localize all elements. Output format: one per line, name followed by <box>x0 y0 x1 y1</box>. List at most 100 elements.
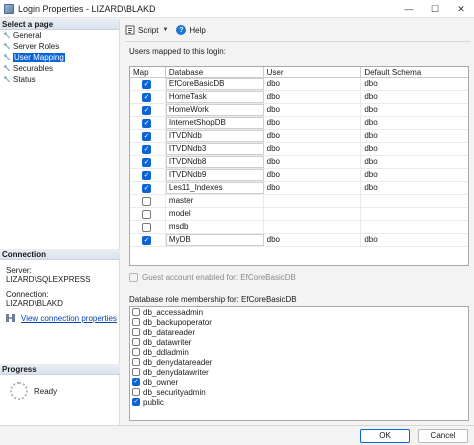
map-checkbox[interactable] <box>142 196 151 206</box>
table-row[interactable]: ✓ HomeWork dbo dbo <box>130 104 468 117</box>
table-row[interactable]: ✓ ITVDNdb3 dbo dbo <box>130 143 468 156</box>
map-checkbox[interactable] <box>142 209 151 219</box>
right-panel: Script ▼ ? Help Users mapped to this log… <box>121 19 474 425</box>
role-checkbox[interactable]: ✓ <box>132 398 140 406</box>
connection-value: LIZARD\BLAKD <box>6 299 63 308</box>
default-schema-cell[interactable]: dbo <box>361 169 468 181</box>
role-checkbox[interactable]: ✓ <box>132 378 140 386</box>
table-row[interactable]: ✓ MyDB dbo dbo <box>130 234 468 247</box>
role-label: db_accessadmin <box>143 307 204 317</box>
role-item[interactable]: db_datawriter <box>130 337 468 347</box>
user-cell[interactable]: dbo <box>264 234 362 246</box>
map-checkbox[interactable]: ✓ <box>142 79 151 89</box>
role-item[interactable]: db_ddladmin <box>130 347 468 357</box>
role-item[interactable]: db_denydatawriter <box>130 367 468 377</box>
user-cell[interactable]: dbo <box>264 182 362 194</box>
role-item[interactable]: db_datareader <box>130 327 468 337</box>
cancel-button[interactable]: Cancel <box>418 429 468 443</box>
column-header-user[interactable]: User <box>264 67 362 77</box>
close-button[interactable]: ✕ <box>448 0 474 18</box>
role-item[interactable]: db_accessadmin <box>130 307 468 317</box>
role-checkbox[interactable] <box>132 368 140 376</box>
default-schema-cell[interactable]: dbo <box>361 91 468 103</box>
table-row[interactable]: ✓ ITVDNdb dbo dbo <box>130 130 468 143</box>
default-schema-cell[interactable]: dbo <box>361 130 468 142</box>
role-membership-label: Database role membership for: EfCoreBasi… <box>129 295 297 304</box>
table-row[interactable]: ✓ Les11_Indexes dbo dbo <box>130 182 468 195</box>
table-row[interactable]: ✓ HomeTask dbo dbo <box>130 91 468 104</box>
table-row[interactable]: master <box>130 195 468 208</box>
role-checkbox[interactable] <box>132 358 140 366</box>
role-checkbox[interactable] <box>132 328 140 336</box>
script-dropdown-icon[interactable]: ▼ <box>162 27 168 33</box>
map-checkbox[interactable] <box>142 222 151 232</box>
map-checkbox[interactable]: ✓ <box>142 105 151 115</box>
map-checkbox[interactable]: ✓ <box>142 131 151 141</box>
map-checkbox[interactable]: ✓ <box>142 183 151 193</box>
page-item-user-mapping[interactable]: 🔧 User Mapping <box>0 52 119 63</box>
default-schema-cell[interactable] <box>361 221 468 233</box>
user-cell[interactable]: dbo <box>264 143 362 155</box>
default-schema-cell[interactable]: dbo <box>361 234 468 246</box>
table-row[interactable]: ✓ EfCoreBasicDB dbo dbo <box>130 78 468 91</box>
role-checkbox[interactable] <box>132 348 140 356</box>
table-row[interactable]: ✓ InternetShopDB dbo dbo <box>130 117 468 130</box>
column-header-database[interactable]: Database <box>166 67 264 77</box>
map-checkbox[interactable]: ✓ <box>142 92 151 102</box>
page-item-general[interactable]: 🔧 General <box>0 30 119 41</box>
role-item[interactable]: ✓ public <box>130 397 468 407</box>
map-checkbox[interactable]: ✓ <box>142 157 151 167</box>
user-cell[interactable] <box>264 221 362 233</box>
role-item[interactable]: db_securityadmin <box>130 387 468 397</box>
role-checkbox[interactable] <box>132 308 140 316</box>
role-checkbox[interactable] <box>132 338 140 346</box>
page-item-securables[interactable]: 🔧 Securables <box>0 63 119 74</box>
table-row[interactable]: ✓ ITVDNdb8 dbo dbo <box>130 156 468 169</box>
table-row[interactable]: ✓ ITVDNdb9 dbo dbo <box>130 169 468 182</box>
default-schema-cell[interactable] <box>361 208 468 220</box>
default-schema-cell[interactable]: dbo <box>361 143 468 155</box>
default-schema-cell[interactable]: dbo <box>361 104 468 116</box>
role-item[interactable]: db_backupoperator <box>130 317 468 327</box>
script-button[interactable]: Script ▼ <box>125 25 168 35</box>
user-cell[interactable]: dbo <box>264 130 362 142</box>
user-cell[interactable]: dbo <box>264 91 362 103</box>
role-checkbox[interactable] <box>132 388 140 396</box>
page-item-status[interactable]: 🔧 Status <box>0 74 119 85</box>
user-cell[interactable] <box>264 195 362 207</box>
map-checkbox[interactable]: ✓ <box>142 235 151 245</box>
table-row[interactable]: msdb <box>130 221 468 234</box>
maximize-button[interactable]: ☐ <box>422 0 448 18</box>
user-cell[interactable]: dbo <box>264 156 362 168</box>
table-row[interactable]: model <box>130 208 468 221</box>
role-item[interactable]: ✓ db_owner <box>130 377 468 387</box>
user-cell[interactable]: dbo <box>264 169 362 181</box>
map-checkbox[interactable]: ✓ <box>142 118 151 128</box>
page-item-server-roles[interactable]: 🔧 Server Roles <box>0 41 119 52</box>
title-bar: Login Properties - LIZARD\BLAKD — ☐ ✕ <box>0 0 474 18</box>
default-schema-cell[interactable]: dbo <box>361 117 468 129</box>
user-cell[interactable] <box>264 208 362 220</box>
users-mapped-grid[interactable]: Map Database User Default Schema ✓ EfCore… <box>129 66 469 266</box>
role-checkbox[interactable] <box>132 318 140 326</box>
default-schema-cell[interactable] <box>361 195 468 207</box>
map-checkbox[interactable]: ✓ <box>142 144 151 154</box>
help-button[interactable]: ? Help <box>176 25 206 35</box>
column-header-default-schema[interactable]: Default Schema <box>361 67 468 77</box>
map-checkbox[interactable]: ✓ <box>142 170 151 180</box>
minimize-button[interactable]: — <box>396 0 422 18</box>
user-cell[interactable]: dbo <box>264 117 362 129</box>
default-schema-cell[interactable]: dbo <box>361 182 468 194</box>
default-schema-cell[interactable]: dbo <box>361 156 468 168</box>
role-item[interactable]: db_denydatareader <box>130 357 468 367</box>
view-connection-properties-link[interactable]: View connection properties <box>21 314 117 323</box>
map-cell: ✓ <box>130 130 166 142</box>
user-cell[interactable]: dbo <box>264 104 362 116</box>
column-header-map[interactable]: Map <box>130 67 166 77</box>
default-schema-cell[interactable]: dbo <box>361 78 468 90</box>
toolbar-separator <box>125 41 470 42</box>
map-cell: ✓ <box>130 169 166 181</box>
user-cell[interactable]: dbo <box>264 78 362 90</box>
ok-button[interactable]: OK <box>360 429 410 443</box>
page-item-label: User Mapping <box>13 53 65 62</box>
